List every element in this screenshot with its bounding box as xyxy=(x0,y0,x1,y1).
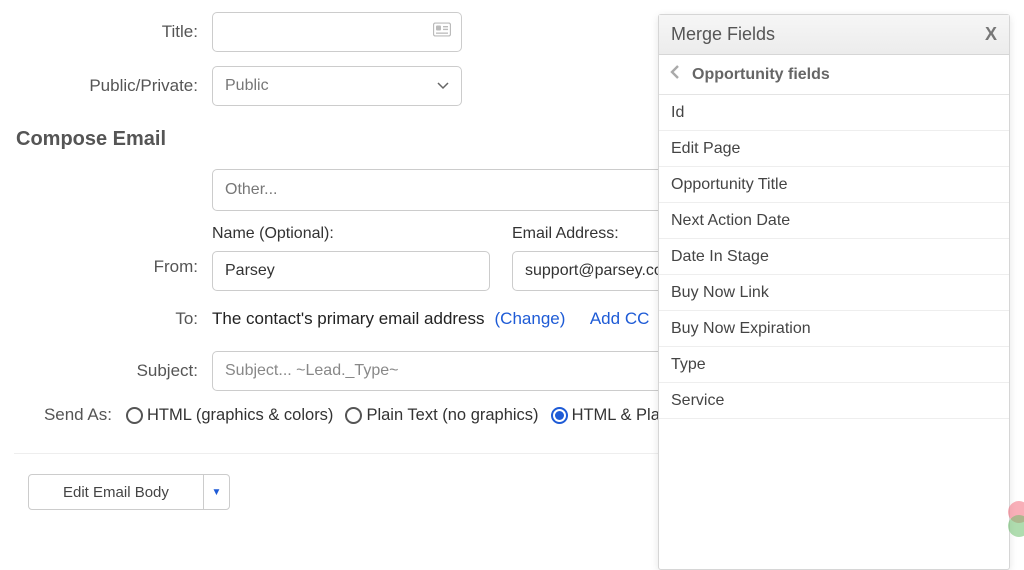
merge-fields-panel: Merge Fields X Opportunity fields Id Edi… xyxy=(658,14,1010,570)
merge-panel-header: Merge Fields X xyxy=(659,15,1009,55)
edit-body-dropdown[interactable]: ▼ xyxy=(203,475,229,509)
merge-panel-subheader: Opportunity fields xyxy=(659,55,1009,95)
from-name-col: Name (Optional): xyxy=(212,225,490,291)
privacy-label: Public/Private: xyxy=(14,76,212,96)
merge-item[interactable]: Opportunity Title xyxy=(659,167,1009,203)
back-icon[interactable] xyxy=(669,64,680,85)
merge-item[interactable]: Date In Stage xyxy=(659,239,1009,275)
chevron-down-icon xyxy=(437,77,449,95)
edit-body-label: Edit Email Body xyxy=(29,475,203,509)
title-input[interactable] xyxy=(212,12,462,52)
merge-item[interactable]: Type xyxy=(659,347,1009,383)
merge-subheader-title: Opportunity fields xyxy=(692,66,830,84)
to-label: To: xyxy=(14,309,212,329)
sendas-radio-group: HTML (graphics & colors) Plain Text (no … xyxy=(126,406,673,425)
privacy-value: Public xyxy=(225,77,269,95)
bubble-icon xyxy=(1008,515,1024,537)
sendas-label: Send As: xyxy=(14,405,126,425)
radio-icon[interactable] xyxy=(551,407,568,424)
from-name-field[interactable] xyxy=(225,262,477,280)
edit-email-body-button[interactable]: Edit Email Body ▼ xyxy=(28,474,230,510)
add-cc-link[interactable]: Add CC xyxy=(590,309,650,329)
privacy-select[interactable]: Public xyxy=(212,66,462,106)
subject-label: Subject: xyxy=(14,361,212,381)
badge-icon xyxy=(433,23,451,42)
radio-icon[interactable] xyxy=(345,407,362,424)
close-icon[interactable]: X xyxy=(985,24,997,45)
title-label: Title: xyxy=(14,22,212,42)
merge-item[interactable]: Next Action Date xyxy=(659,203,1009,239)
from-label: From: xyxy=(14,225,212,277)
sendas-plain[interactable]: Plain Text (no graphics) xyxy=(345,406,538,425)
sendas-html[interactable]: HTML (graphics & colors) xyxy=(126,406,333,425)
sendas-plain-label: Plain Text (no graphics) xyxy=(366,406,538,425)
merge-panel-title: Merge Fields xyxy=(671,24,775,45)
radio-icon[interactable] xyxy=(126,407,143,424)
decorative-bubbles xyxy=(1008,509,1024,537)
merge-empty-area xyxy=(659,419,1009,569)
merge-item[interactable]: Buy Now Link xyxy=(659,275,1009,311)
merge-item[interactable]: Buy Now Expiration xyxy=(659,311,1009,347)
change-link[interactable]: (Change) xyxy=(495,309,566,329)
sendas-html-label: HTML (graphics & colors) xyxy=(147,406,333,425)
name-sublabel: Name (Optional): xyxy=(212,225,490,243)
to-text: The contact's primary email address xyxy=(212,309,485,329)
title-field[interactable] xyxy=(225,23,449,41)
merge-field-list: Id Edit Page Opportunity Title Next Acti… xyxy=(659,95,1009,419)
sendas-both[interactable]: HTML & Plain xyxy=(551,406,673,425)
from-name-input[interactable] xyxy=(212,251,490,291)
merge-item[interactable]: Edit Page xyxy=(659,131,1009,167)
merge-item[interactable]: Id xyxy=(659,95,1009,131)
other-value: Other... xyxy=(225,181,277,199)
merge-item[interactable]: Service xyxy=(659,383,1009,419)
